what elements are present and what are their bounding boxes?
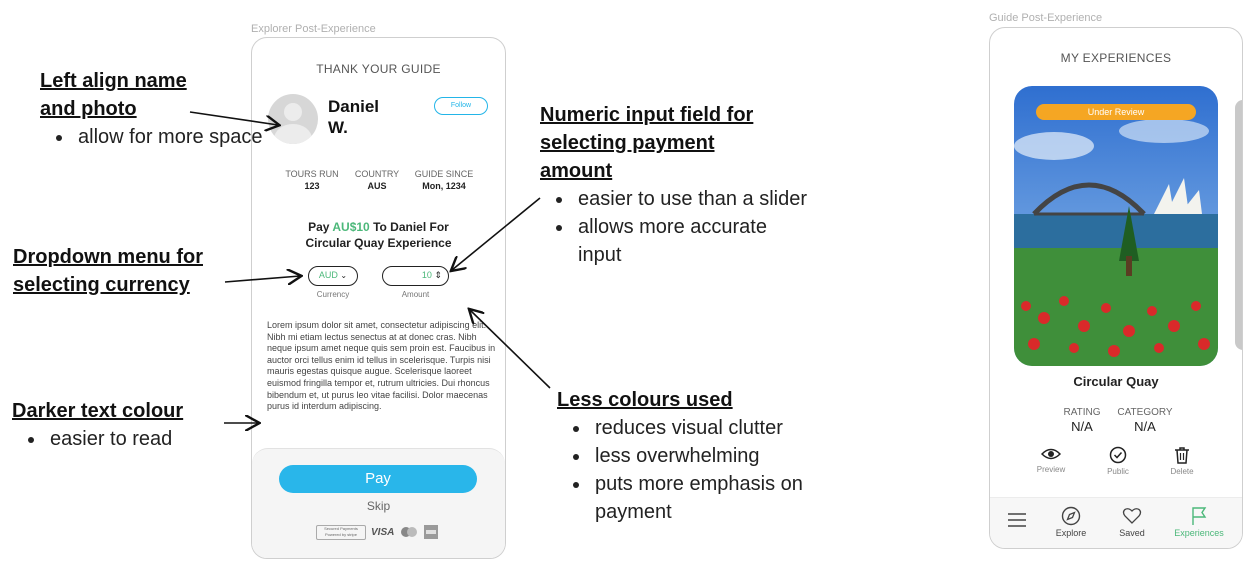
- next-card-peek[interactable]: [1235, 100, 1242, 350]
- guide-frame-label: Guide Post-Experience: [989, 12, 1103, 24]
- guide-phone: MY EXPERIENCES Under Review Circular Qua…: [989, 27, 1243, 549]
- sydney-harbour-photo: [1014, 86, 1218, 366]
- delete-button[interactable]: Delete: [1157, 446, 1207, 476]
- mastercard-icon: [401, 527, 418, 537]
- stripe-badge: Secured Payments Powered by stripe: [316, 524, 366, 540]
- page-title: THANK YOUR GUIDE: [316, 62, 441, 76]
- preview-button[interactable]: Preview: [1026, 446, 1076, 474]
- hamburger-icon: [1008, 513, 1026, 527]
- rating-stat: RATING N/A: [1063, 407, 1101, 434]
- payment-logos: Secured Payments Powered by stripe VISA: [316, 524, 439, 540]
- eye-icon: [1041, 448, 1061, 460]
- experience-card[interactable]: Under Review: [1014, 86, 1218, 366]
- currency-caption: Currency: [316, 290, 350, 299]
- pay-line-2: Circular Quay Experience: [305, 236, 452, 250]
- amex-icon: [424, 525, 439, 539]
- annotation-colours-heading: Less colours used: [557, 389, 733, 411]
- annotation-colours-list: reduces visual clutter less overwhelming…: [569, 414, 841, 526]
- category-stat: CATEGORY N/A: [1117, 407, 1173, 434]
- experience-name: Circular Quay: [1073, 374, 1159, 389]
- explorer-phone: THANK YOUR GUIDE Daniel W. Follow TOURS …: [251, 37, 506, 559]
- skip-link[interactable]: Skip: [252, 499, 505, 513]
- annotation-left-align-heading: Left align name and photo: [40, 70, 187, 120]
- follow-button[interactable]: Follow: [434, 97, 488, 115]
- trash-icon: [1175, 447, 1189, 464]
- public-button[interactable]: Public: [1093, 446, 1143, 476]
- guide-name: Daniel W.: [328, 97, 380, 137]
- chevron-down-icon: ⌄: [340, 271, 348, 280]
- stat-tours-run: TOURS RUN 123: [285, 169, 339, 191]
- heart-icon: [1122, 508, 1142, 524]
- annotation-darker-list: easier to read: [24, 425, 246, 453]
- nav-experiences[interactable]: Experiences: [1168, 506, 1230, 538]
- nav-saved[interactable]: Saved: [1102, 506, 1162, 538]
- amount-caption: Amount: [401, 290, 430, 299]
- nav-explore[interactable]: Explore: [1041, 506, 1101, 538]
- annotation-dropdown-heading: Dropdown menu for selecting currency: [13, 246, 203, 296]
- check-circle-icon: [1109, 446, 1127, 464]
- compass-icon: [1061, 506, 1081, 526]
- payment-panel: Pay Skip Secured Payments Powered by stri…: [252, 448, 505, 558]
- stepper-icon[interactable]: ⇕: [434, 270, 442, 280]
- status-badge: Under Review: [1036, 104, 1196, 120]
- stat-country: COUNTRY AUS: [354, 169, 400, 191]
- currency-dropdown[interactable]: AUD ⌄: [308, 266, 358, 286]
- currency-value: AUD: [318, 270, 338, 280]
- visa-logo: VISA: [371, 526, 395, 538]
- annotation-darker-heading: Darker text colour: [12, 400, 184, 422]
- explorer-frame-label: Explorer Post-Experience: [251, 23, 376, 35]
- menu-button[interactable]: [990, 512, 1047, 530]
- flag-icon: [1192, 507, 1207, 525]
- amount-input[interactable]: 10 ⇕: [382, 266, 449, 286]
- page-title-experiences: MY EXPERIENCES: [1060, 51, 1172, 65]
- avatar: [268, 94, 318, 144]
- annotation-numeric-heading: Numeric input field for selecting payment…: [540, 104, 754, 182]
- bottom-nav: Explore Saved Experiences: [990, 497, 1242, 548]
- pay-button[interactable]: Pay: [279, 465, 477, 493]
- amount-value: 10: [421, 270, 432, 280]
- annotation-numeric-list: easier to use than a slider allows more …: [552, 185, 814, 269]
- body-text: Lorem ipsum dolor sit amet, consectetur …: [267, 320, 496, 412]
- annotation-left-align-list: allow for more space: [52, 123, 264, 151]
- pay-line-1: Pay AU$10 To Daniel For: [308, 220, 449, 234]
- stat-guide-since: GUIDE SINCE Mon, 1234: [414, 169, 474, 191]
